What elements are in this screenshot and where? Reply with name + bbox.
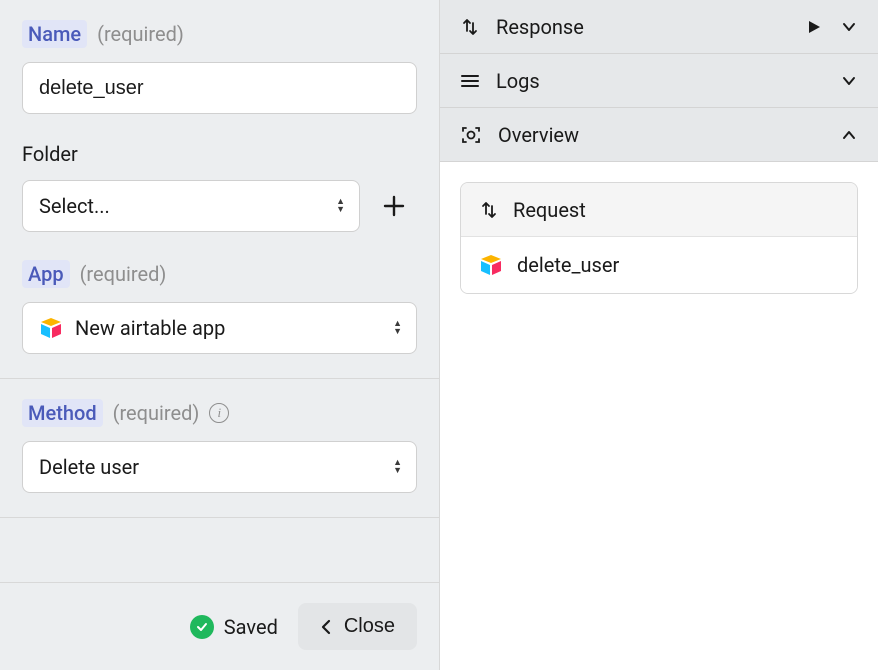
logs-title: Logs (496, 69, 824, 93)
add-folder-button[interactable] (374, 186, 414, 226)
close-label: Close (344, 615, 395, 638)
close-button[interactable]: Close (298, 603, 417, 650)
response-title: Response (496, 15, 790, 39)
response-section-header[interactable]: Response (440, 0, 878, 54)
app-label: App (22, 260, 70, 288)
chevron-down-icon[interactable] (840, 18, 858, 36)
request-item-text: delete_user (517, 253, 619, 277)
saved-text: Saved (224, 615, 278, 639)
updown-icon: ▲▼ (393, 320, 402, 336)
app-select-value: New airtable app (75, 316, 225, 340)
folder-select-value: Select... (39, 194, 110, 218)
scan-icon (460, 124, 482, 146)
folder-label: Folder (22, 142, 78, 166)
chevron-down-icon[interactable] (840, 72, 858, 90)
airtable-icon (39, 316, 63, 340)
name-label-row: Name (required) (22, 20, 417, 48)
name-required: (required) (97, 22, 184, 46)
method-select-value: Delete user (39, 455, 139, 479)
info-icon[interactable]: i (209, 403, 229, 423)
request-card: Request delete_user (460, 182, 858, 294)
overview-body: Request delete_user (440, 162, 878, 314)
method-label-row: Method (required) i (22, 399, 417, 427)
updown-icon: ▲▼ (336, 198, 345, 214)
folder-group: Folder Select... ▲▼ (0, 122, 439, 240)
form-footer: Saved Close (0, 582, 439, 670)
logs-actions (840, 72, 858, 90)
request-item-row[interactable]: delete_user (461, 237, 857, 293)
folder-select-row: Select... ▲▼ (22, 180, 417, 232)
method-label: Method (22, 399, 103, 427)
name-group: Name (required) (0, 0, 439, 122)
airtable-icon (479, 253, 503, 277)
chevron-left-icon (320, 618, 332, 636)
method-group: Method (required) i Delete user ▲▼ (0, 379, 439, 518)
chevron-up-icon[interactable] (840, 126, 858, 144)
updown-icon: ▲▼ (393, 459, 402, 475)
plus-icon (383, 195, 405, 217)
detail-panel: Response Logs (440, 0, 878, 670)
transfer-icon (479, 200, 499, 220)
play-icon[interactable] (806, 19, 822, 35)
app-required: (required) (80, 262, 167, 286)
folder-label-row: Folder (22, 142, 417, 166)
request-card-header[interactable]: Request (461, 183, 857, 237)
menu-icon (460, 71, 480, 91)
check-icon (190, 615, 214, 639)
method-select[interactable]: Delete user ▲▼ (22, 441, 417, 493)
name-input[interactable] (22, 62, 417, 114)
overview-title: Overview (498, 123, 824, 147)
response-actions (806, 18, 858, 36)
overview-section-header[interactable]: Overview (440, 108, 878, 162)
app-group: App (required) New airtable app ▲▼ (0, 240, 439, 379)
folder-select[interactable]: Select... ▲▼ (22, 180, 360, 232)
app-label-row: App (required) (22, 260, 417, 288)
form-panel: Name (required) Folder Select... ▲▼ App (0, 0, 440, 670)
app-select[interactable]: New airtable app ▲▼ (22, 302, 417, 354)
name-label: Name (22, 20, 87, 48)
saved-badge: Saved (190, 615, 278, 639)
logs-section-header[interactable]: Logs (440, 54, 878, 108)
request-header-text: Request (513, 198, 586, 222)
transfer-icon (460, 17, 480, 37)
method-required: (required) (113, 401, 200, 425)
overview-actions (840, 126, 858, 144)
